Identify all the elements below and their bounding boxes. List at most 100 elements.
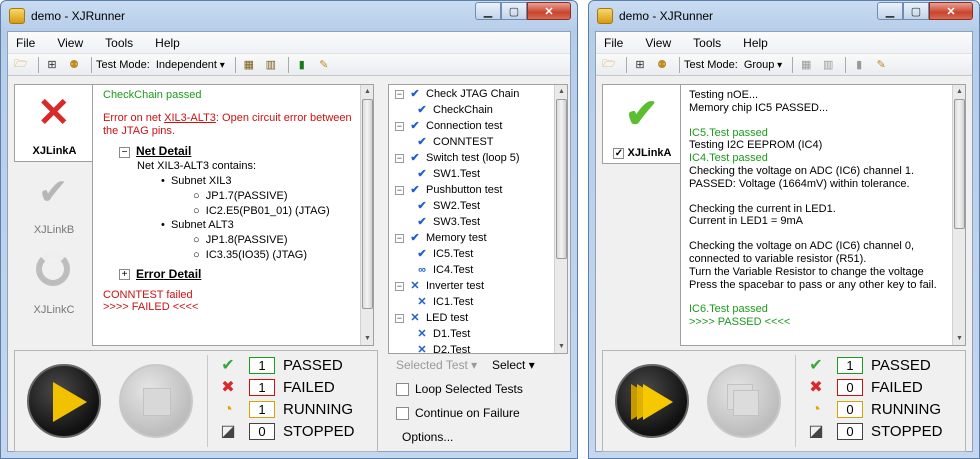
tree-group[interactable]: − ✔ Memory test [395, 231, 487, 247]
fail-x-icon: ✕ [37, 91, 71, 135]
tree-test[interactable]: ✔ SW2.Test [415, 199, 480, 215]
log-scrollbar[interactable]: ▲ ▼ [952, 85, 965, 345]
loop-selected-checkbox[interactable]: Loop Selected Tests [396, 382, 523, 397]
play-icon [53, 382, 87, 422]
tree-label: Connection test [426, 120, 503, 132]
maximize-button[interactable]: ▢ [903, 2, 929, 20]
log-text: Error on net [103, 111, 165, 124]
bar-chart-icon[interactable]: ▮ [293, 57, 311, 73]
test-mode-dropdown[interactable]: Independent [156, 59, 225, 71]
tree-group[interactable]: − ✔ Check JTAG Chain [395, 87, 519, 103]
passed-label: PASSED [283, 357, 343, 374]
log-scrollbar[interactable]: ▲ ▼ [360, 85, 373, 345]
minimize-button[interactable]: ▁ [877, 2, 903, 20]
tree-view-icon[interactable]: ⊞ [631, 57, 649, 73]
collapse-icon[interactable]: − [395, 89, 404, 99]
run-button[interactable] [615, 364, 689, 438]
group-icon[interactable]: ▦ [797, 57, 815, 73]
tree-group[interactable]: − ✕ Inverter test [395, 279, 484, 295]
error-detail-toggle[interactable]: + Error Detail [103, 267, 363, 281]
tree-label: LED test [426, 312, 469, 324]
fail-x-icon: ✕ [410, 312, 420, 324]
test-mode-dropdown[interactable]: Group [744, 59, 782, 71]
tree-test[interactable]: ✕ IC1.Test [415, 295, 473, 311]
tree-test[interactable]: ✔ CheckChain [415, 103, 493, 119]
collapse-icon[interactable]: − [395, 313, 404, 323]
title-bar[interactable]: demo - XJRunner ▁ ▢ ✕ [1, 1, 577, 31]
stopped-icon: ◪ [220, 423, 236, 440]
tree-test[interactable]: ∞ IC4.Test [415, 263, 473, 279]
close-button[interactable]: ✕ [527, 2, 571, 20]
fail-x-icon: ✕ [417, 344, 427, 354]
stopped-icon: ◪ [808, 423, 824, 440]
log-pane[interactable]: CheckChain passed Error on net XIL3-ALT3… [92, 84, 374, 346]
notes-icon[interactable]: ✎ [872, 57, 890, 73]
menu-view[interactable]: View [57, 36, 83, 50]
failed-label: FAILED [871, 379, 923, 396]
tab-xjlinkb[interactable]: ✔ XJLinkB [14, 164, 94, 240]
stop-button[interactable] [707, 364, 781, 438]
fail-x-icon: ✕ [410, 280, 420, 292]
tree-test[interactable]: ✔ CONNTEST [415, 135, 493, 151]
tab-checkbox[interactable]: ✓ [613, 147, 625, 159]
options-link[interactable]: Options... [402, 430, 453, 444]
collapse-icon[interactable]: − [395, 233, 404, 243]
test-tree[interactable]: − ✔ Check JTAG Chain ✔ CheckChain − ✔ Connectio… [388, 84, 568, 354]
menu-tools[interactable]: Tools [105, 36, 133, 50]
menu-bar: File View Tools Help [8, 32, 570, 54]
net-detail-toggle[interactable]: − Net Detail [103, 145, 363, 158]
tab-xjlinka[interactable]: ✔ ✓ XJLinkA [602, 84, 682, 164]
ungroup-icon[interactable]: ▥ [819, 57, 837, 73]
ungroup-icon[interactable]: ▥ [262, 57, 280, 73]
group-icon[interactable]: ▦ [240, 57, 258, 73]
stop-button[interactable] [119, 364, 193, 438]
pass-check-icon: ✔ [410, 232, 420, 244]
title-bar[interactable]: demo - XJRunner ▁ ▢ ✕ [589, 1, 979, 31]
select-dropdown[interactable]: Select ▾ [492, 358, 535, 372]
menu-file[interactable]: File [604, 36, 623, 50]
notes-icon[interactable]: ✎ [315, 57, 333, 73]
tree-test[interactable]: ✕ D1.Test [415, 327, 470, 343]
check-icon: ✔ [38, 171, 69, 212]
menu-file[interactable]: File [16, 36, 35, 50]
tree-test[interactable]: ✔ SW1.Test [415, 167, 480, 183]
log-line: ○ JP1.8(PASSIVE) [193, 234, 288, 247]
pass-check-icon: ✔ [410, 88, 420, 100]
menu-tools[interactable]: Tools [693, 36, 721, 50]
selected-test-dropdown[interactable]: Selected Test ▾ [396, 358, 477, 372]
tree-group[interactable]: − ✔ Connection test [395, 119, 502, 135]
menu-view[interactable]: View [645, 36, 671, 50]
users-icon[interactable]: ⚉ [65, 57, 83, 73]
menu-help[interactable]: Help [743, 36, 768, 50]
tree-view-icon[interactable]: ⊞ [43, 57, 61, 73]
collapse-icon[interactable]: − [395, 185, 404, 195]
close-button[interactable]: ✕ [929, 2, 973, 20]
tree-test[interactable]: ✕ D2.Test [415, 343, 470, 354]
tree-group[interactable]: − ✔ Switch test (loop 5) [395, 151, 520, 167]
open-folder-icon[interactable]: 🗁 [600, 57, 618, 73]
open-folder-icon[interactable]: 🗁 [12, 57, 30, 73]
collapse-icon[interactable]: − [395, 121, 404, 131]
toolbar: 🗁 ⊞ ⚉ Test Mode: Group ▦ ▥ ▮ ✎ [596, 54, 972, 76]
users-icon[interactable]: ⚉ [653, 57, 671, 73]
collapse-icon[interactable]: − [395, 281, 404, 291]
tree-test[interactable]: ✔ IC5.Test [415, 247, 473, 263]
maximize-button[interactable]: ▢ [501, 2, 527, 20]
bar-chart-icon[interactable]: ▮ [850, 57, 868, 73]
tree-test[interactable]: ✔ SW3.Test [415, 215, 480, 231]
net-link[interactable]: XIL3-ALT3 [164, 112, 216, 124]
run-button[interactable] [27, 364, 101, 438]
tree-group[interactable]: − ✔ Pushbutton test [395, 183, 502, 199]
log-pane[interactable]: Testing nOE... Memory chip IC5 PASSED...… [680, 84, 966, 346]
continue-failure-checkbox[interactable]: Continue on Failure [396, 406, 520, 421]
log-text: : Open circuit error between [215, 111, 352, 124]
log-line: ○ IC3.35(IO35) (JTAG) [193, 248, 308, 261]
minimize-button[interactable]: ▁ [475, 2, 501, 20]
tree-group[interactable]: − ✕ LED test [395, 311, 468, 327]
pass-check-icon: ✔ [417, 136, 427, 148]
tree-scrollbar[interactable]: ▲ ▼ [554, 85, 567, 353]
menu-help[interactable]: Help [155, 36, 180, 50]
tab-xjlinkc[interactable]: XJLinkC [14, 242, 94, 320]
tab-xjlinka[interactable]: ✕ XJLinkA [14, 84, 94, 162]
collapse-icon[interactable]: − [395, 153, 404, 163]
